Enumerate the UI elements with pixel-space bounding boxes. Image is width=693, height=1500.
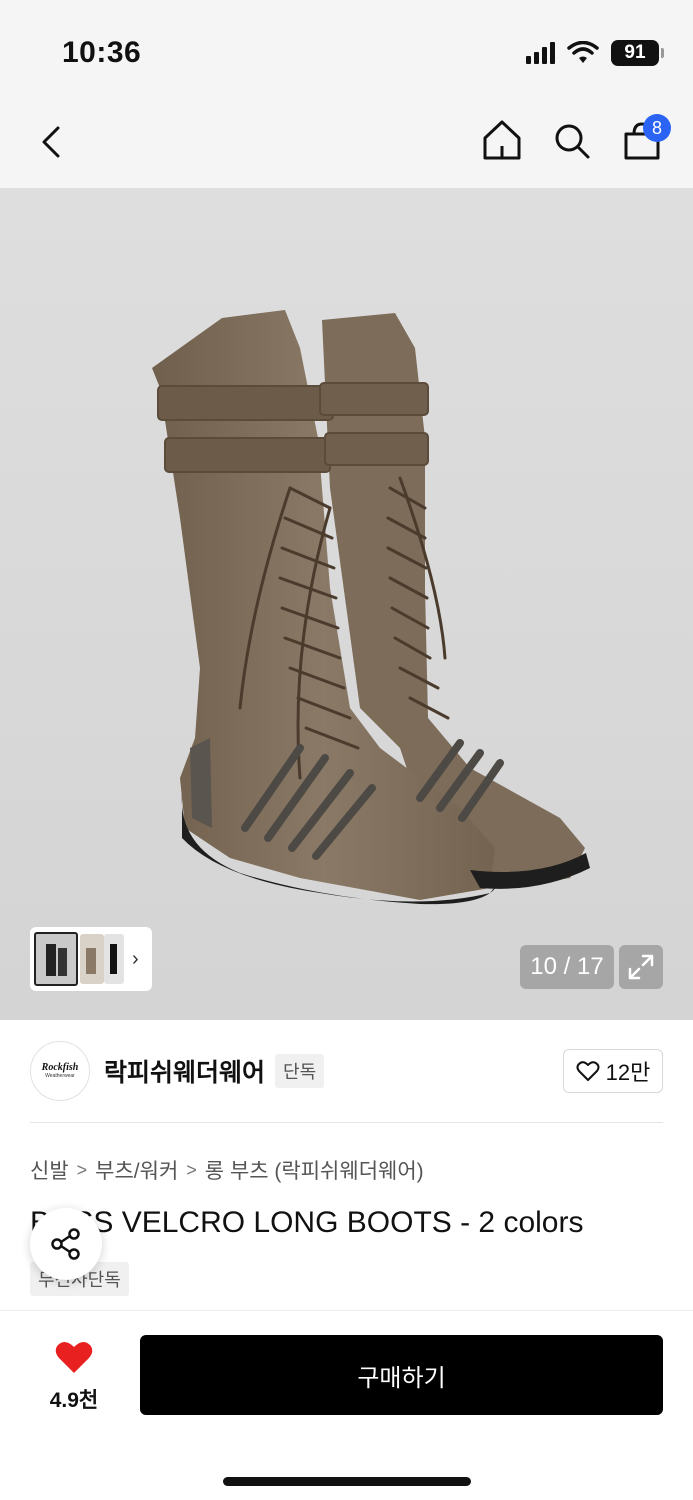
share-button[interactable] bbox=[30, 1208, 102, 1280]
wishlist-button[interactable]: 4.9천 bbox=[40, 1339, 108, 1414]
product-image-gallery[interactable]: › 10 / 17 bbox=[0, 188, 693, 1020]
heart-outline-icon bbox=[576, 1061, 600, 1081]
cart-count-badge: 8 bbox=[643, 114, 671, 142]
brand-like-count: 12만 bbox=[605, 1060, 651, 1085]
signal-icon bbox=[526, 42, 555, 64]
product-image bbox=[152, 310, 590, 905]
brand-row: Rockfish Weatherwear 락피쉬웨더웨어 단독 12만 bbox=[30, 1040, 663, 1102]
brand-like-button[interactable]: 12만 bbox=[563, 1049, 663, 1093]
bottom-action-bar: 4.9천 구매하기 bbox=[0, 1310, 693, 1500]
breadcrumb-item[interactable]: 신발 bbox=[30, 1155, 69, 1185]
chevron-right-icon: > bbox=[76, 1159, 88, 1180]
heart-filled-icon bbox=[55, 1341, 93, 1373]
wifi-icon bbox=[567, 41, 599, 63]
search-button[interactable] bbox=[551, 116, 593, 164]
image-page-counter: 10 / 17 bbox=[520, 945, 614, 989]
share-icon bbox=[51, 1228, 80, 1260]
brand-logo[interactable]: Rockfish Weatherwear bbox=[30, 1041, 90, 1101]
brand-name[interactable]: 락피쉬웨더웨어 bbox=[104, 1053, 265, 1089]
expand-image-button[interactable] bbox=[619, 945, 663, 989]
status-time: 10:36 bbox=[62, 36, 142, 69]
thumbnail-selected[interactable] bbox=[34, 932, 78, 986]
search-icon bbox=[555, 124, 590, 159]
wishlist-count: 4.9천 bbox=[49, 1389, 99, 1412]
chevron-right-icon: › bbox=[132, 947, 139, 970]
cart-button[interactable]: 8 bbox=[621, 114, 671, 164]
chevron-right-icon: > bbox=[186, 1159, 197, 1180]
breadcrumb-item[interactable]: 부츠/워커 bbox=[95, 1155, 178, 1185]
breadcrumb: 신발 > 부츠/워커 > 롱 부츠 (락피쉬웨더웨어) bbox=[30, 1155, 424, 1185]
nav-bar: 8 bbox=[0, 100, 693, 188]
thumbnail-strip[interactable]: › bbox=[30, 927, 152, 991]
home-indicator bbox=[223, 1477, 471, 1486]
back-button[interactable] bbox=[34, 120, 74, 164]
exclusive-tag: 단독 bbox=[275, 1054, 325, 1088]
thumbnail[interactable] bbox=[104, 934, 124, 984]
status-bar: 10:36 91 bbox=[0, 0, 693, 100]
home-button[interactable] bbox=[481, 116, 523, 164]
thumbnail[interactable] bbox=[80, 934, 104, 984]
product-title: BOSS VELCRO LONG BOOTS - 2 colors bbox=[30, 1206, 584, 1239]
divider bbox=[30, 1122, 663, 1123]
home-icon bbox=[483, 120, 521, 160]
battery-indicator: 91 bbox=[611, 40, 664, 66]
nav-actions: 8 bbox=[481, 114, 671, 164]
expand-icon bbox=[628, 954, 654, 980]
status-indicators: 91 bbox=[526, 40, 664, 66]
buy-button[interactable]: 구매하기 bbox=[140, 1335, 663, 1415]
breadcrumb-item[interactable]: 롱 부츠 (락피쉬웨더웨어) bbox=[205, 1155, 424, 1185]
chevron-left-icon bbox=[42, 126, 60, 158]
